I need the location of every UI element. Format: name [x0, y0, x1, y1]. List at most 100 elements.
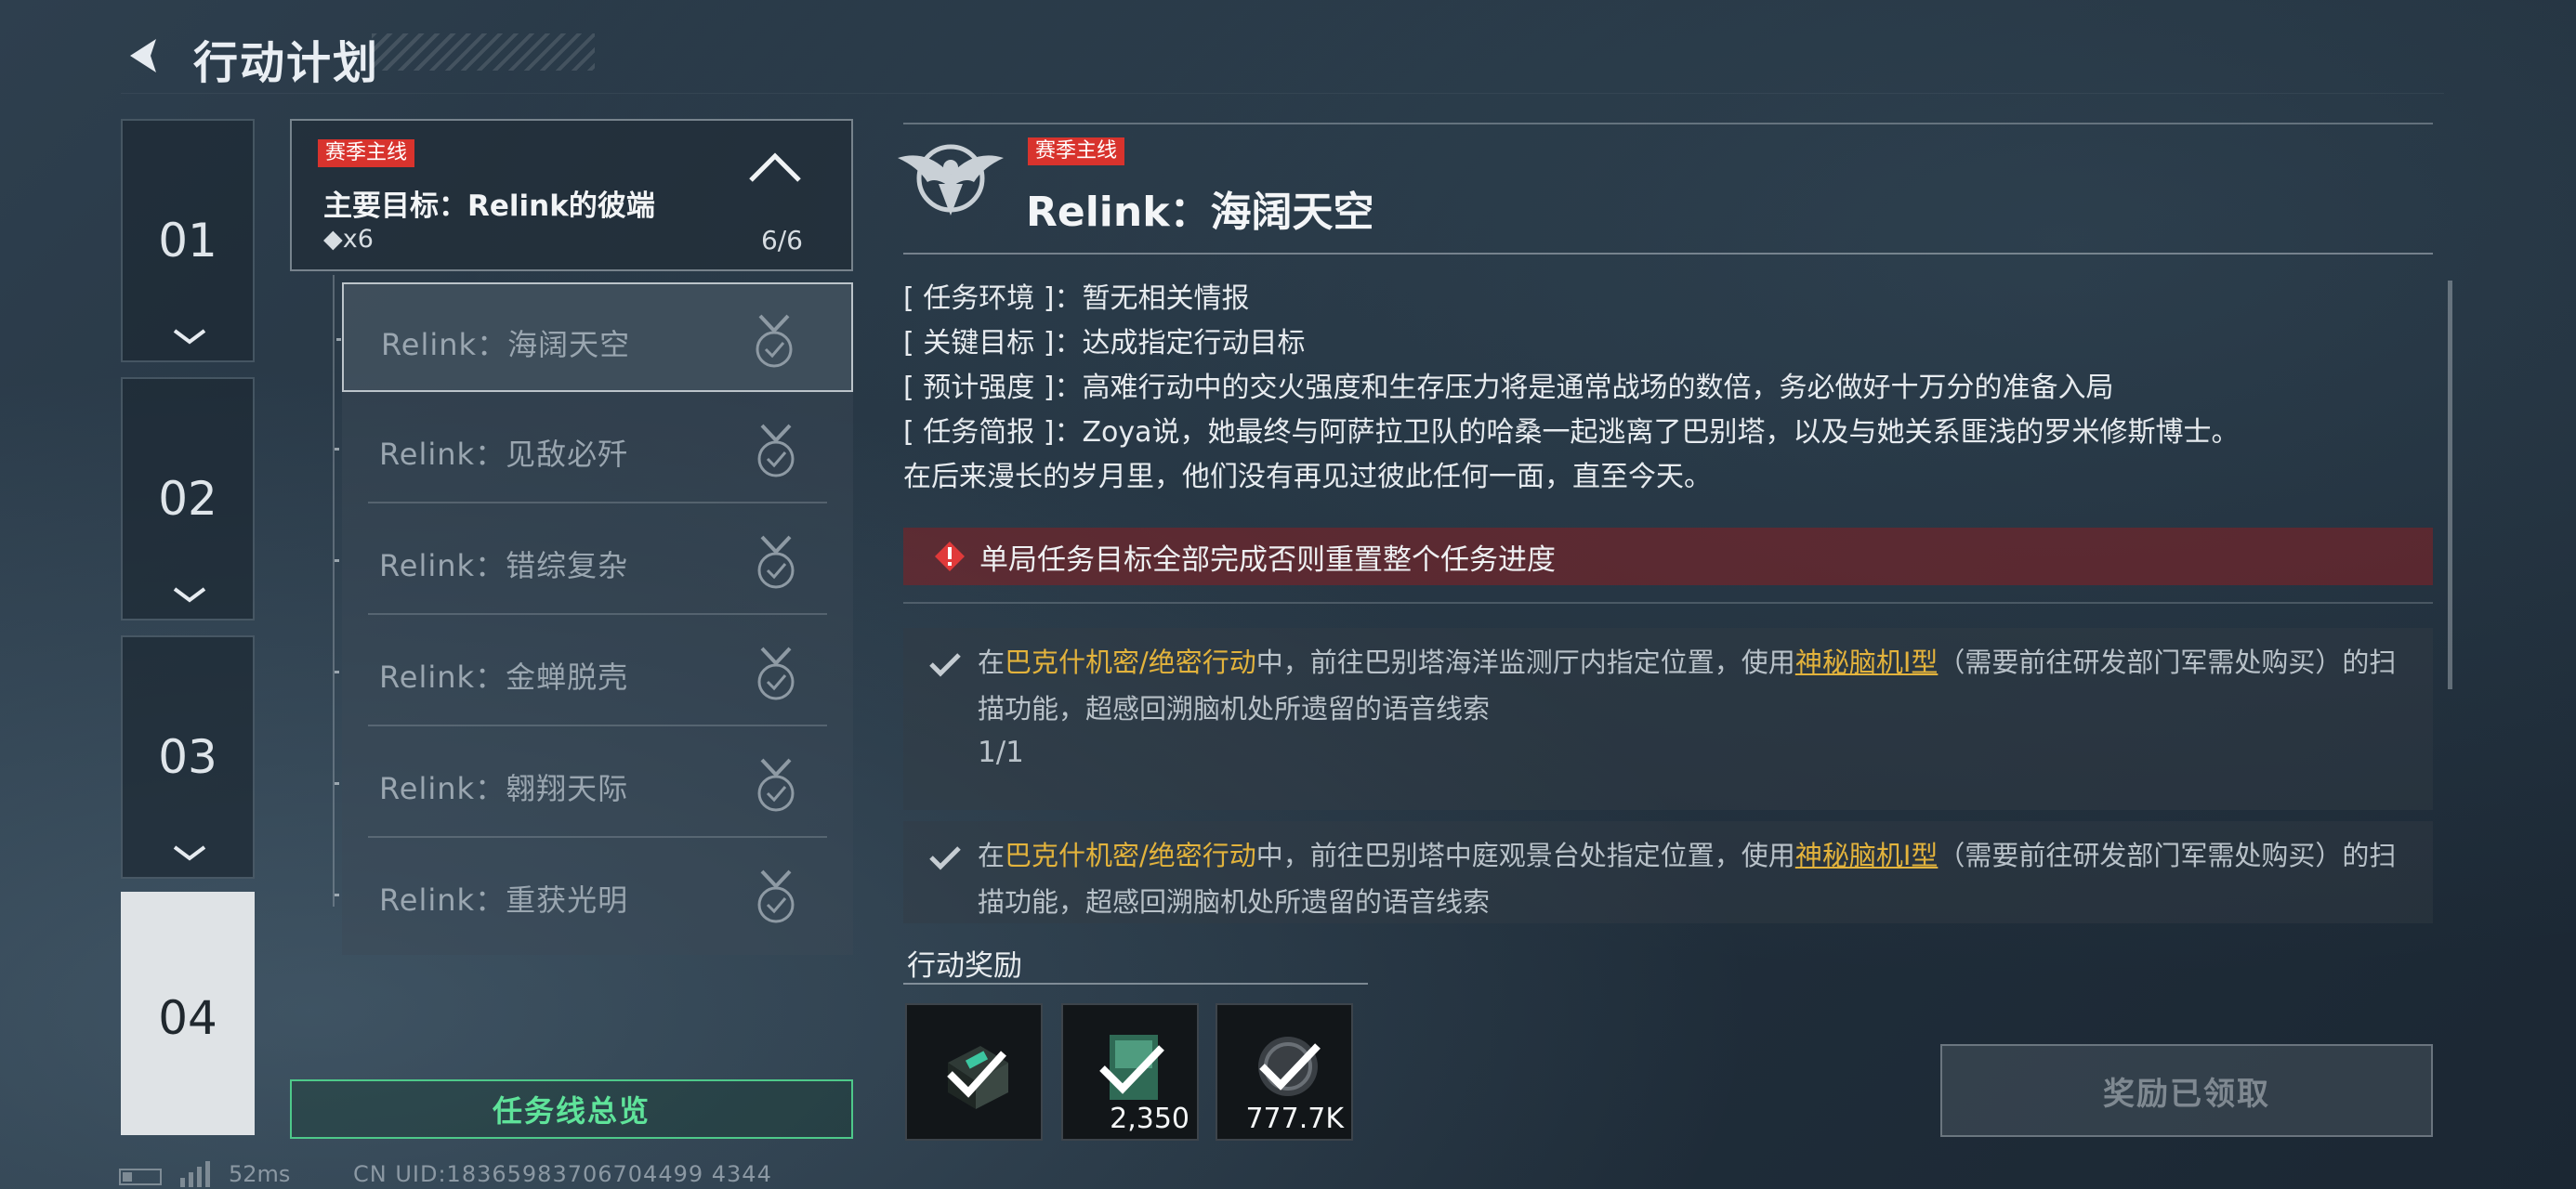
completed-medal-icon — [757, 869, 795, 923]
quest-item-label: Relink：海阔天空 — [381, 327, 631, 362]
chevron-down-icon — [173, 329, 206, 345]
quest-item-label: Relink：翱翔天际 — [379, 771, 629, 806]
claim-reward-button[interactable]: 奖励已领取 — [1940, 1044, 2433, 1137]
info-key: [ 预计强度 ]： — [903, 372, 1083, 404]
chapter-tab-02[interactable]: 02 — [121, 377, 255, 621]
divider — [368, 613, 827, 615]
tree-node — [335, 448, 339, 451]
mission-title: Relink：海阔天空 — [1026, 189, 1374, 236]
back-arrow-icon — [130, 39, 156, 72]
tree-node — [336, 338, 341, 341]
item-link[interactable]: 神秘脑机Ⅰ型 — [1795, 647, 1939, 678]
questline-overview-button[interactable]: 任务线总览 — [290, 1079, 853, 1139]
reward-item[interactable] — [905, 1003, 1043, 1141]
info-row: [ 任务简报 ]：Zoya说，她最终与阿萨拉卫队的哈桑一起逃离了巴别塔，以及与她… — [903, 411, 2409, 455]
objective-text: 在巴克什机密/绝密行动中，前往巴别塔海洋监测厅内指定位置，使用神秘脑机Ⅰ型（需要… — [978, 647, 2397, 725]
info-value: 达成指定行动目标 — [1082, 327, 1306, 359]
quest-item-label: Relink：见敌必歼 — [379, 437, 629, 472]
chapter-number: 04 — [158, 991, 217, 1045]
scrollbar[interactable] — [2448, 281, 2452, 689]
reward-quantity: 777.7K — [1245, 1103, 1344, 1135]
quest-item-label: Relink：金蝉脱壳 — [379, 660, 629, 695]
objective-text: 在巴克什机密/绝密行动中，前往巴别塔中庭观景台处指定位置，使用神秘脑机Ⅰ型（需要… — [978, 840, 2397, 918]
battery-icon — [119, 1169, 162, 1185]
season-main-tag: 赛季主线 — [1028, 137, 1125, 165]
chevron-down-icon — [173, 845, 206, 861]
warning-text: 单局任务目标全部完成否则重置整个任务进度 — [979, 542, 1556, 577]
divider — [368, 725, 827, 726]
info-key: [ 任务简报 ]： — [903, 416, 1083, 449]
info-value: 暂无相关情报 — [1082, 282, 1250, 315]
season-main-tag: 赛季主线 — [318, 139, 415, 167]
info-row: [ 关键目标 ]：达成指定行动目标 — [903, 321, 2409, 366]
info-key: [ 关键目标 ]： — [903, 327, 1083, 359]
tree-connector — [333, 275, 335, 907]
info-continuation: 在后来漫长的岁月里，他们没有再见过彼此任何一面，直至今天。 — [903, 461, 1712, 493]
chapter-number: 03 — [158, 730, 217, 784]
quest-line-title: 主要目标：Relink的彼端 — [323, 189, 655, 223]
quest-item[interactable]: Relink：错综复杂 — [335, 505, 853, 615]
item-link[interactable]: 神秘脑机Ⅰ型 — [1795, 840, 1939, 871]
quest-item-label: Relink：重获光明 — [379, 882, 629, 918]
mission-info: [ 任务环境 ]：暂无相关情报 [ 关键目标 ]：达成指定行动目标 [ 预计强度… — [903, 277, 2409, 500]
check-icon — [929, 846, 961, 870]
game-mode-highlight: 巴克什机密/绝密行动 — [1005, 647, 1256, 678]
crate-icon — [947, 1046, 1008, 1109]
divider — [903, 602, 2433, 604]
quest-item[interactable]: Relink：金蝉脱壳 — [335, 617, 853, 726]
quest-item[interactable]: Relink：翱翔天际 — [335, 728, 853, 838]
divider — [903, 123, 2433, 124]
tree-node — [335, 782, 339, 785]
quest-line-progress: 6/6 — [760, 225, 803, 255]
quest-line-header[interactable]: 赛季主线 主要目标：Relink的彼端 ◆x6 6/6 — [290, 119, 853, 271]
info-key: [ 任务环境 ]： — [903, 282, 1083, 315]
reward-item[interactable]: 777.7K — [1216, 1003, 1353, 1141]
completed-medal-icon — [757, 424, 795, 477]
header-divider — [121, 93, 2444, 94]
objective-count: 1/1 — [978, 736, 1024, 769]
info-value: 高难行动中的交火强度和生存压力将是通常战场的数倍，务必做好十万分的准备入局 — [1082, 372, 2114, 404]
reward-section-title: 行动奖励 — [907, 949, 1022, 983]
chapter-number: 02 — [158, 472, 217, 526]
reward-item[interactable]: 2,350 — [1061, 1003, 1199, 1141]
signal-icon — [180, 1161, 210, 1187]
divider — [903, 253, 2433, 255]
completed-medal-icon — [756, 314, 793, 368]
info-value: Zoya说，她最终与阿萨拉卫队的哈桑一起逃离了巴别塔，以及与她关系匪浅的罗米修斯… — [1082, 416, 2240, 449]
objective-row: 在巴克什机密/绝密行动中，前往巴别塔中庭观景台处指定位置，使用神秘脑机Ⅰ型（需要… — [903, 821, 2433, 923]
info-row: [ 预计强度 ]：高难行动中的交火强度和生存压力将是通常战场的数倍，务必做好十万… — [903, 366, 2409, 411]
quest-item-label: Relink：错综复杂 — [379, 548, 629, 583]
chevron-down-icon — [173, 587, 206, 603]
tree-node — [335, 671, 339, 673]
user-uid: CN UID:18365983706704499 4344 — [353, 1161, 772, 1187]
divider — [903, 983, 1368, 985]
chapter-tab-03[interactable]: 03 — [121, 635, 255, 879]
quest-item[interactable]: Relink：见敌必歼 — [335, 394, 853, 503]
warning-banner: 单局任务目标全部完成否则重置整个任务进度 — [903, 528, 2433, 585]
quest-item[interactable]: Relink：重获光明 — [335, 840, 853, 949]
divider — [368, 502, 827, 503]
chapter-number: 01 — [158, 214, 217, 268]
back-button[interactable] — [117, 28, 173, 84]
tree-node — [335, 894, 339, 896]
completed-medal-icon — [757, 535, 795, 589]
divider — [368, 836, 827, 838]
info-row: [ 任务环境 ]：暂无相关情报 — [903, 277, 2409, 321]
eagle-emblem-icon — [898, 144, 1004, 216]
chapter-tab-04[interactable]: 04 — [121, 892, 255, 1135]
ping-readout: 52ms — [229, 1161, 291, 1187]
tree-node — [335, 559, 339, 562]
completed-medal-icon — [757, 647, 795, 700]
chevron-up-icon[interactable] — [745, 149, 805, 186]
chapter-tab-01[interactable]: 01 — [121, 119, 255, 362]
title-decoration — [372, 33, 595, 71]
reward-quantity: 2,350 — [1110, 1103, 1189, 1135]
page-title: 行动计划 — [193, 37, 380, 89]
quest-item[interactable]: Relink：海阔天空 — [336, 282, 853, 392]
objective-row: 在巴克什机密/绝密行动中，前往巴别塔海洋监测厅内指定位置，使用神秘脑机Ⅰ型（需要… — [903, 628, 2433, 810]
game-mode-highlight: 巴克什机密/绝密行动 — [1005, 840, 1256, 871]
check-icon — [929, 653, 961, 677]
completed-medal-icon — [757, 758, 795, 812]
quest-line-reward: ◆x6 — [323, 225, 374, 254]
warning-icon — [935, 542, 965, 571]
